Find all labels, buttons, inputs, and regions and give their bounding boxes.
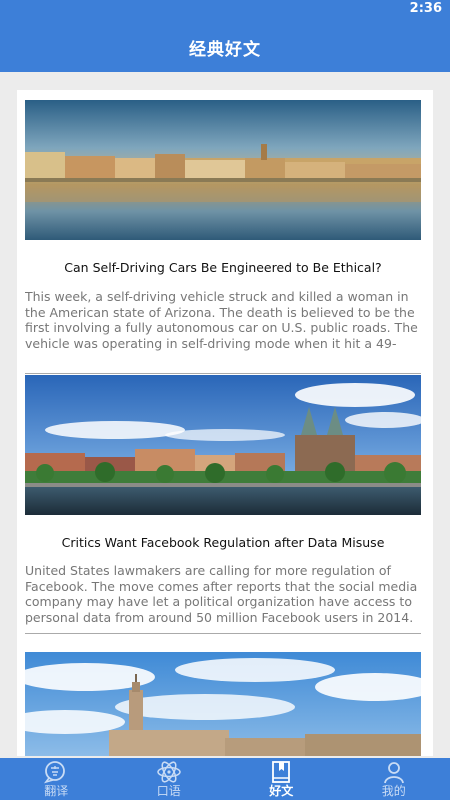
article-card[interactable]: Can Self-Driving Cars Be Engineered to B… xyxy=(25,100,421,375)
tab-articles[interactable]: 好文 xyxy=(225,758,338,800)
tab-speaking[interactable]: 口语 xyxy=(113,758,226,800)
tab-profile[interactable]: 我的 xyxy=(338,758,450,800)
article-excerpt: This week, a self-driving vehicle struck… xyxy=(25,289,418,351)
divider xyxy=(25,373,421,374)
tab-label: 翻译 xyxy=(44,784,69,798)
tab-label: 口语 xyxy=(156,784,181,798)
tab-label: 我的 xyxy=(381,784,406,798)
article-list[interactable]: Can Self-Driving Cars Be Engineered to B… xyxy=(17,90,433,756)
article-title[interactable]: Can Self-Driving Cars Be Engineered to B… xyxy=(25,260,421,275)
bookmark-icon xyxy=(272,761,291,783)
atom-icon xyxy=(157,761,181,783)
status-time: 2:36 xyxy=(409,1,442,16)
status-bar: 2:36 xyxy=(0,0,450,22)
tab-label: 好文 xyxy=(269,784,294,798)
article-excerpt: United States lawmakers are calling for … xyxy=(25,563,418,625)
page-title: 经典好文 xyxy=(189,39,261,60)
divider xyxy=(25,633,421,634)
tab-translate[interactable]: 翻译 xyxy=(0,758,113,800)
bottom-nav: 翻译 口语 好文 我的 xyxy=(0,758,450,800)
person-icon xyxy=(383,762,404,784)
article-image-city-river[interactable] xyxy=(25,100,421,240)
article-card[interactable] xyxy=(25,652,421,756)
app-bar: 经典好文 xyxy=(0,22,450,72)
translate-icon xyxy=(44,761,66,784)
article-card[interactable]: Critics Want Facebook Regulation after D… xyxy=(25,375,421,637)
article-image-cathedral-sky[interactable] xyxy=(25,652,421,756)
article-image-church-river[interactable] xyxy=(25,375,421,515)
article-title[interactable]: Critics Want Facebook Regulation after D… xyxy=(25,535,421,550)
